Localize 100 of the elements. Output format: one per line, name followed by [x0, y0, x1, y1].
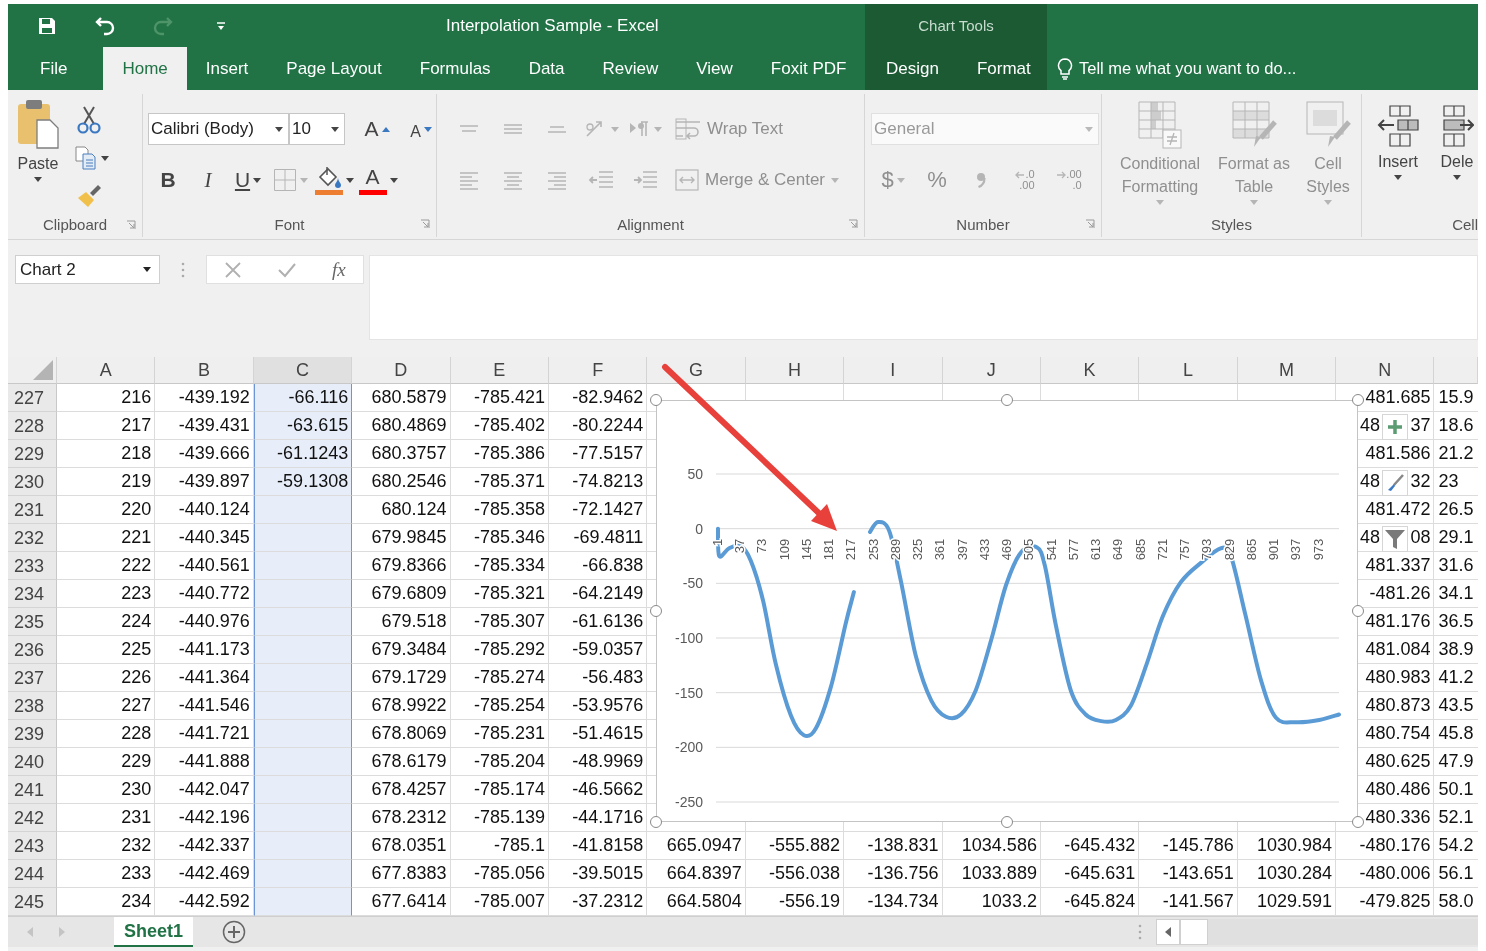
axis-label: 433	[976, 538, 992, 561]
column-header[interactable]: H	[745, 357, 845, 384]
table-cell: -439.897	[155, 468, 254, 496]
column-header[interactable]: L	[1139, 357, 1238, 384]
name-box-field[interactable]: Chart 2	[15, 255, 160, 284]
axis-label: 397	[954, 538, 970, 561]
add-sheet-button[interactable]	[222, 920, 246, 944]
row-header[interactable]: 236	[8, 636, 57, 664]
tell-me-field[interactable]: Tell me what you want to do...	[1057, 57, 1297, 80]
axis-label: 469	[999, 538, 1015, 561]
sheet-tab[interactable]: Sheet1	[114, 917, 193, 947]
table-cell: 678.9922	[352, 692, 451, 720]
column-header[interactable]: J	[942, 357, 1041, 384]
row-header[interactable]: 231	[8, 496, 57, 524]
table-cell: 665.0947	[647, 832, 746, 860]
row-header[interactable]: 243	[8, 832, 57, 860]
insert-cells-button[interactable]: Insert	[1372, 104, 1424, 180]
row-header[interactable]: 227	[8, 384, 57, 412]
column-header[interactable]: F	[548, 357, 648, 384]
font-size-field[interactable]: 10	[289, 113, 345, 145]
table-cell: 664.8397	[647, 860, 746, 888]
row-header[interactable]: 229	[8, 440, 57, 468]
ribbon-tab[interactable]: Home	[103, 47, 187, 90]
chart-elements-button[interactable]	[1382, 414, 1408, 440]
column-header[interactable]: N	[1336, 357, 1435, 384]
column-header[interactable]: K	[1040, 357, 1140, 384]
column-header[interactable]: B	[155, 357, 254, 384]
column-header[interactable]: G	[647, 357, 746, 384]
column-header[interactable]	[1434, 357, 1478, 384]
column-header[interactable]: I	[844, 357, 943, 384]
table-cell: -556.19	[745, 888, 845, 916]
chart-filters-button[interactable]	[1382, 526, 1408, 552]
delete-cells-button[interactable]: Dele	[1438, 104, 1476, 180]
ribbon-tab[interactable]: File	[8, 47, 104, 90]
row-header[interactable]: 235	[8, 608, 57, 636]
column-header[interactable]: D	[352, 357, 451, 384]
row-header[interactable]: 245	[8, 888, 57, 916]
insert-function-button[interactable]: fx	[331, 258, 346, 281]
grow-font-button[interactable]: A	[355, 112, 399, 146]
table-cell: -442.047	[155, 776, 254, 804]
ribbon-tab[interactable]: Format	[957, 47, 1050, 90]
column-header[interactable]: A	[57, 357, 156, 384]
underline-button[interactable]: U	[228, 163, 268, 197]
lightbulb-icon	[1057, 57, 1073, 80]
table-cell: -785.174	[450, 776, 549, 804]
ribbon-tab[interactable]: Formulas	[400, 47, 510, 90]
table-cell: -439.431	[155, 412, 254, 440]
column-header[interactable]: C	[253, 357, 353, 384]
table-cell: 223	[57, 580, 156, 608]
table-cell: 218	[57, 440, 156, 468]
row-header[interactable]: 233	[8, 552, 57, 580]
table-cell: -785.007	[450, 888, 549, 916]
column-header[interactable]: E	[450, 357, 549, 384]
row-header[interactable]: 244	[8, 860, 57, 888]
row-header[interactable]: 242	[8, 804, 57, 832]
launcher-button[interactable]	[1085, 219, 1095, 229]
paste-button[interactable]: Paste	[16, 98, 60, 182]
ribbon-tab[interactable]: Page Layout	[267, 47, 401, 90]
font-field[interactable]: Calibri (Body)	[148, 113, 289, 145]
formula-field[interactable]	[369, 255, 1478, 340]
row-header[interactable]: 239	[8, 720, 57, 748]
table-cell: 222	[57, 552, 156, 580]
row-header[interactable]: 234	[8, 580, 57, 608]
text-direction-icon	[628, 119, 651, 139]
launcher-button[interactable]	[126, 220, 136, 230]
scroll-left-button[interactable]	[1156, 919, 1180, 945]
table-cell: -64.2149	[548, 580, 648, 608]
row-header[interactable]: 238	[8, 692, 57, 720]
axis-label: 721	[1154, 538, 1170, 561]
column-header[interactable]: M	[1237, 357, 1337, 384]
ribbon-tab[interactable]: Design	[867, 47, 958, 90]
table-cell: -51.4615	[548, 720, 648, 748]
ribbon-tab[interactable]: View	[677, 47, 752, 90]
ribbon-tab[interactable]: Review	[583, 47, 678, 90]
scrollbar[interactable]	[1180, 919, 1478, 945]
shrink-font-button[interactable]: A	[399, 112, 443, 146]
table-cell: 230	[57, 776, 156, 804]
font-color-button[interactable]: A	[356, 163, 400, 197]
scroll-thumb[interactable]	[1180, 919, 1208, 945]
row-header[interactable]: 230	[8, 468, 57, 496]
row-header[interactable]: 232	[8, 524, 57, 552]
row-header[interactable]: 240	[8, 748, 57, 776]
table-cell: -785.334	[450, 552, 549, 580]
axis-label: 901	[1266, 538, 1282, 561]
launcher-button[interactable]	[420, 219, 430, 229]
select-all-button[interactable]	[8, 357, 57, 384]
launcher-button[interactable]	[848, 219, 858, 229]
bold-button[interactable]: B	[148, 163, 188, 197]
chart-styles-button[interactable]	[1382, 470, 1408, 496]
ribbon-tab[interactable]: Data	[509, 47, 584, 90]
row-header[interactable]: 241	[8, 776, 57, 804]
cancel-button[interactable]	[224, 260, 243, 279]
enter-button[interactable]	[277, 261, 298, 278]
chart-area[interactable]: -250 -200 -150 -100 -50 0 50 1 37 73 109 145 181 217 253 289 325 361 397 433 469 505 541 577 613 649 685 721 757 793 829 865 901 937 973	[656, 400, 1358, 822]
table-cell: -53.9576	[548, 692, 648, 720]
ribbon-tab[interactable]: Insert	[186, 47, 268, 90]
italic-button[interactable]: I	[188, 163, 228, 197]
row-header[interactable]: 228	[8, 412, 57, 440]
ribbon-tab[interactable]: Foxit PDF	[751, 47, 866, 90]
row-header[interactable]: 237	[8, 664, 57, 692]
